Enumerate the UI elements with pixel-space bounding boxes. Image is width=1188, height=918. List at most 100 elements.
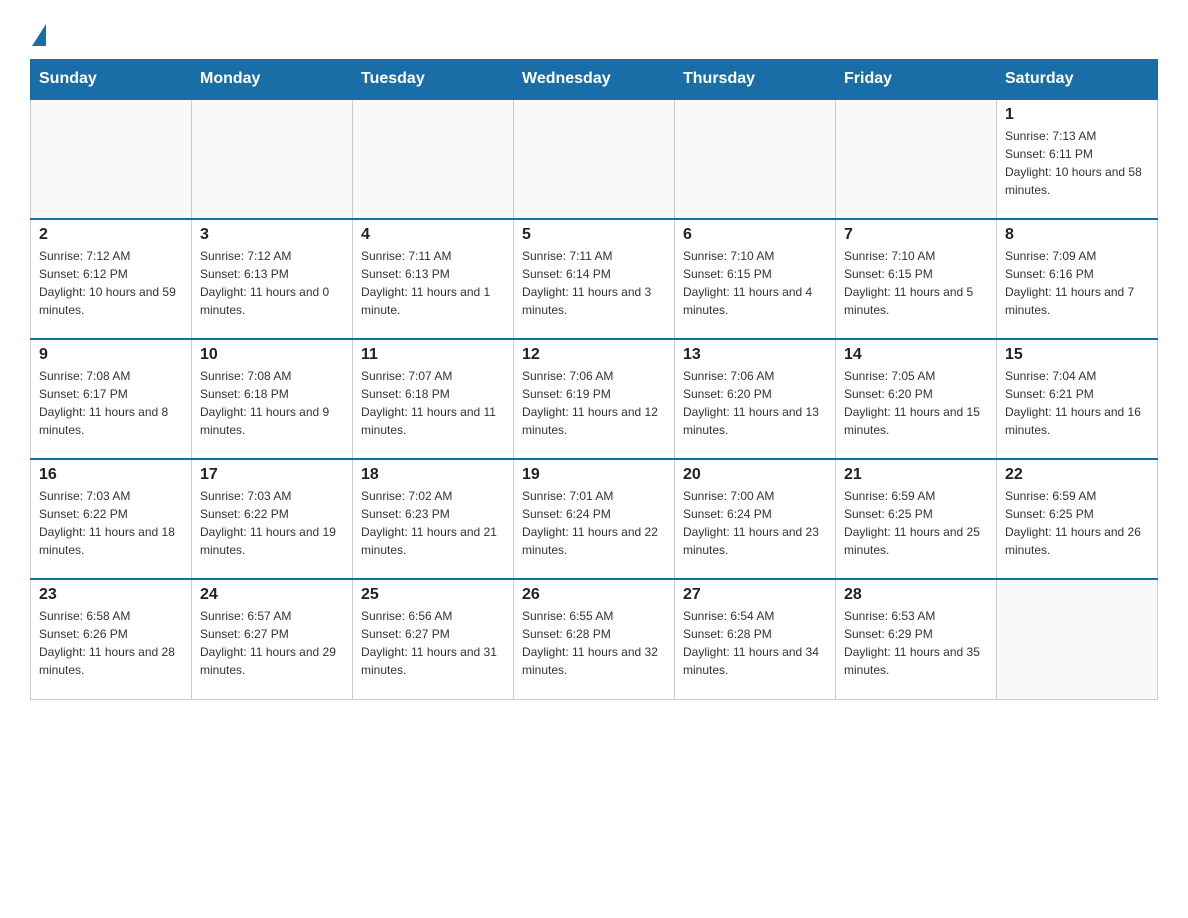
day-number: 25: [361, 586, 505, 604]
day-info: Sunrise: 7:05 AMSunset: 6:20 PMDaylight:…: [844, 367, 988, 439]
calendar-week-row: 23 Sunrise: 6:58 AMSunset: 6:26 PMDayligh…: [31, 579, 1158, 699]
day-number: 2: [39, 226, 183, 244]
calendar-cell: 6Sunrise: 7:10 AMSunset: 6:15 PMDaylight…: [675, 219, 836, 339]
day-info: Sunrise: 7:08 AMSunset: 6:18 PMDaylight:…: [200, 367, 344, 439]
calendar-cell: [675, 99, 836, 219]
day-info: Sunrise: 7:08 AMSunset: 6:17 PMDaylight:…: [39, 367, 183, 439]
day-number: 26: [522, 586, 666, 604]
day-number: 13: [683, 346, 827, 364]
day-info: Sunrise: 7:11 AMSunset: 6:13 PMDaylight:…: [361, 247, 505, 319]
calendar-cell: [192, 99, 353, 219]
page-header: [30, 20, 1158, 49]
calendar-cell: 20 Sunrise: 7:00 AMSunset: 6:24 PMDayligh…: [675, 459, 836, 579]
calendar-cell: 17 Sunrise: 7:03 AMSunset: 6:22 PMDayligh…: [192, 459, 353, 579]
calendar-cell: 23 Sunrise: 6:58 AMSunset: 6:26 PMDayligh…: [31, 579, 192, 699]
calendar-week-row: 9 Sunrise: 7:08 AMSunset: 6:17 PMDaylight…: [31, 339, 1158, 459]
calendar-cell: [31, 99, 192, 219]
calendar-cell: 25 Sunrise: 6:56 AMSunset: 6:27 PMDayligh…: [353, 579, 514, 699]
calendar-cell: 5 Sunrise: 7:11 AMSunset: 6:14 PMDaylight…: [514, 219, 675, 339]
calendar-cell: 24 Sunrise: 6:57 AMSunset: 6:27 PMDayligh…: [192, 579, 353, 699]
calendar-cell: 9 Sunrise: 7:08 AMSunset: 6:17 PMDaylight…: [31, 339, 192, 459]
day-number: 8: [1005, 226, 1149, 244]
day-info: Sunrise: 6:55 AMSunset: 6:28 PMDaylight:…: [522, 607, 666, 679]
day-number: 5: [522, 226, 666, 244]
calendar-cell: [353, 99, 514, 219]
day-number: 11: [361, 346, 505, 364]
day-number: 3: [200, 226, 344, 244]
calendar-week-row: 16 Sunrise: 7:03 AMSunset: 6:22 PMDayligh…: [31, 459, 1158, 579]
day-info: Sunrise: 7:11 AMSunset: 6:14 PMDaylight:…: [522, 247, 666, 319]
calendar-cell: [836, 99, 997, 219]
calendar-cell: 7 Sunrise: 7:10 AMSunset: 6:15 PMDaylight…: [836, 219, 997, 339]
calendar-cell: 22 Sunrise: 6:59 AMSunset: 6:25 PMDayligh…: [997, 459, 1158, 579]
calendar-week-row: 1 Sunrise: 7:13 AMSunset: 6:11 PMDaylight…: [31, 99, 1158, 219]
day-number: 16: [39, 466, 183, 484]
calendar-cell: 2 Sunrise: 7:12 AMSunset: 6:12 PMDaylight…: [31, 219, 192, 339]
day-info: Sunrise: 7:06 AMSunset: 6:20 PMDaylight:…: [683, 367, 827, 439]
calendar-cell: [514, 99, 675, 219]
calendar-table: SundayMondayTuesdayWednesdayThursdayFrid…: [30, 59, 1158, 700]
day-info: Sunrise: 6:57 AMSunset: 6:27 PMDaylight:…: [200, 607, 344, 679]
weekday-header-friday: Friday: [836, 60, 997, 100]
weekday-header-wednesday: Wednesday: [514, 60, 675, 100]
day-number: 20: [683, 466, 827, 484]
calendar-week-row: 2 Sunrise: 7:12 AMSunset: 6:12 PMDaylight…: [31, 219, 1158, 339]
day-info: Sunrise: 7:10 AMSunset: 6:15 PMDaylight:…: [844, 247, 988, 319]
weekday-header-sunday: Sunday: [31, 60, 192, 100]
day-info: Sunrise: 7:10 AMSunset: 6:15 PMDaylight:…: [683, 247, 827, 319]
calendar-cell: [997, 579, 1158, 699]
day-info: Sunrise: 6:56 AMSunset: 6:27 PMDaylight:…: [361, 607, 505, 679]
day-info: Sunrise: 6:59 AMSunset: 6:25 PMDaylight:…: [1005, 487, 1149, 559]
calendar-cell: 21 Sunrise: 6:59 AMSunset: 6:25 PMDayligh…: [836, 459, 997, 579]
calendar-cell: 8Sunrise: 7:09 AMSunset: 6:16 PMDaylight…: [997, 219, 1158, 339]
calendar-cell: 12 Sunrise: 7:06 AMSunset: 6:19 PMDayligh…: [514, 339, 675, 459]
calendar-cell: 16 Sunrise: 7:03 AMSunset: 6:22 PMDayligh…: [31, 459, 192, 579]
calendar-cell: 27Sunrise: 6:54 AMSunset: 6:28 PMDayligh…: [675, 579, 836, 699]
day-info: Sunrise: 6:54 AMSunset: 6:28 PMDaylight:…: [683, 607, 827, 679]
day-number: 17: [200, 466, 344, 484]
day-number: 22: [1005, 466, 1149, 484]
day-info: Sunrise: 7:12 AMSunset: 6:13 PMDaylight:…: [200, 247, 344, 319]
calendar-cell: 15Sunrise: 7:04 AMSunset: 6:21 PMDayligh…: [997, 339, 1158, 459]
day-number: 9: [39, 346, 183, 364]
day-number: 10: [200, 346, 344, 364]
calendar-cell: 4 Sunrise: 7:11 AMSunset: 6:13 PMDaylight…: [353, 219, 514, 339]
day-info: Sunrise: 7:07 AMSunset: 6:18 PMDaylight:…: [361, 367, 505, 439]
day-number: 1: [1005, 106, 1149, 124]
day-info: Sunrise: 6:53 AMSunset: 6:29 PMDaylight:…: [844, 607, 988, 679]
day-info: Sunrise: 7:03 AMSunset: 6:22 PMDaylight:…: [200, 487, 344, 559]
day-number: 23: [39, 586, 183, 604]
day-number: 7: [844, 226, 988, 244]
calendar-cell: 3 Sunrise: 7:12 AMSunset: 6:13 PMDaylight…: [192, 219, 353, 339]
day-number: 12: [522, 346, 666, 364]
weekday-header-thursday: Thursday: [675, 60, 836, 100]
day-number: 21: [844, 466, 988, 484]
day-info: Sunrise: 6:58 AMSunset: 6:26 PMDaylight:…: [39, 607, 183, 679]
calendar-cell: 18Sunrise: 7:02 AMSunset: 6:23 PMDayligh…: [353, 459, 514, 579]
calendar-cell: 26 Sunrise: 6:55 AMSunset: 6:28 PMDayligh…: [514, 579, 675, 699]
day-number: 14: [844, 346, 988, 364]
day-info: Sunrise: 6:59 AMSunset: 6:25 PMDaylight:…: [844, 487, 988, 559]
calendar-cell: 1 Sunrise: 7:13 AMSunset: 6:11 PMDaylight…: [997, 99, 1158, 219]
calendar-cell: 28 Sunrise: 6:53 AMSunset: 6:29 PMDayligh…: [836, 579, 997, 699]
day-number: 15: [1005, 346, 1149, 364]
calendar-cell: 14 Sunrise: 7:05 AMSunset: 6:20 PMDayligh…: [836, 339, 997, 459]
weekday-header-tuesday: Tuesday: [353, 60, 514, 100]
calendar-cell: 13 Sunrise: 7:06 AMSunset: 6:20 PMDayligh…: [675, 339, 836, 459]
day-number: 4: [361, 226, 505, 244]
weekday-header-saturday: Saturday: [997, 60, 1158, 100]
day-info: Sunrise: 7:00 AMSunset: 6:24 PMDaylight:…: [683, 487, 827, 559]
calendar-cell: 11 Sunrise: 7:07 AMSunset: 6:18 PMDayligh…: [353, 339, 514, 459]
weekday-header-monday: Monday: [192, 60, 353, 100]
day-info: Sunrise: 7:13 AMSunset: 6:11 PMDaylight:…: [1005, 127, 1149, 199]
day-number: 24: [200, 586, 344, 604]
day-number: 28: [844, 586, 988, 604]
logo-triangle-icon: [32, 24, 46, 46]
day-number: 19: [522, 466, 666, 484]
day-info: Sunrise: 7:06 AMSunset: 6:19 PMDaylight:…: [522, 367, 666, 439]
day-info: Sunrise: 7:03 AMSunset: 6:22 PMDaylight:…: [39, 487, 183, 559]
calendar-cell: 10 Sunrise: 7:08 AMSunset: 6:18 PMDayligh…: [192, 339, 353, 459]
day-info: Sunrise: 7:01 AMSunset: 6:24 PMDaylight:…: [522, 487, 666, 559]
logo: [30, 20, 46, 49]
day-info: Sunrise: 7:12 AMSunset: 6:12 PMDaylight:…: [39, 247, 183, 319]
